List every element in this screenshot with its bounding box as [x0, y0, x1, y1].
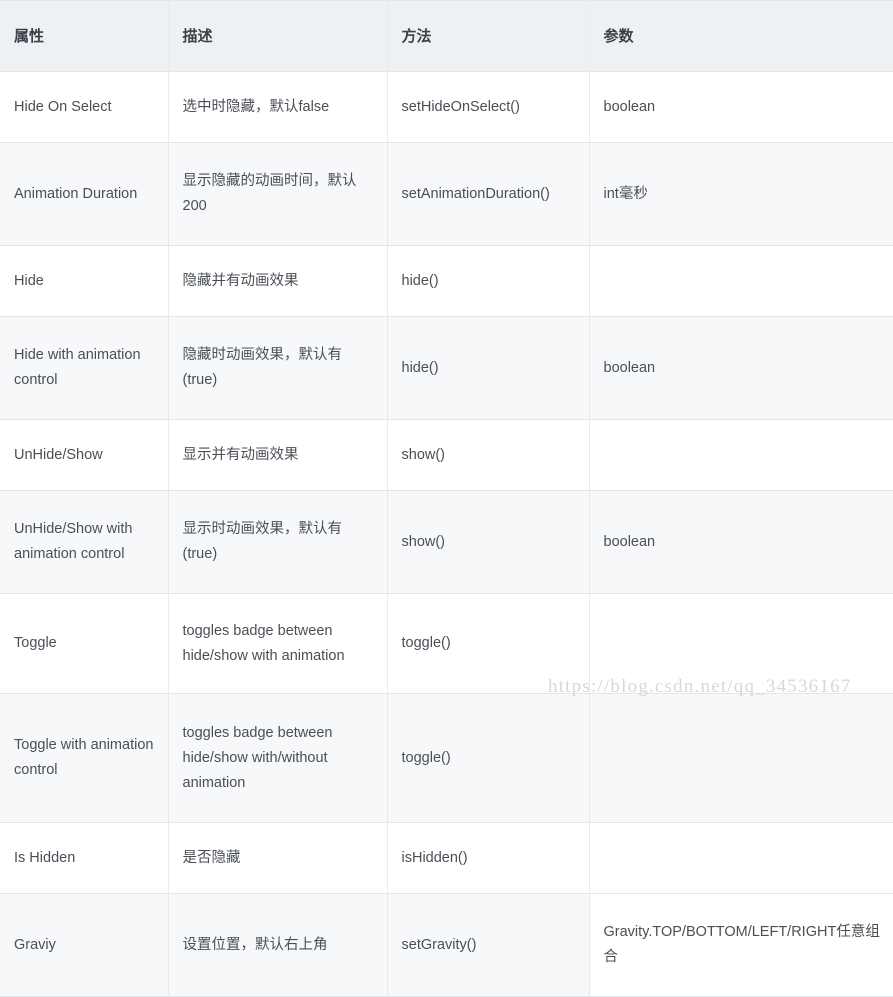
cell-method: toggle() [387, 593, 590, 694]
table-row: Toggle with animation control toggles ba… [0, 693, 893, 823]
cell-text-parameter: boolean [603, 533, 656, 550]
cell-method: setHideOnSelect() [387, 71, 590, 143]
cell-parameter: int毫秒 [589, 142, 893, 246]
cell-text-description: 是否隐藏 [182, 849, 241, 866]
column-header-method: 方法 [387, 0, 590, 72]
table-row: Animation Duration 显示隐藏的动画时间，默认200 setAn… [0, 142, 893, 246]
api-reference-table: 属性 描述 方法 参数 Hide On Select 选中时隐藏，默认false… [0, 0, 893, 997]
cell-parameter [589, 245, 893, 317]
cell-text-description: toggles badge between hide/show with/wit… [182, 724, 333, 791]
cell-text-attribute: UnHide/Show [14, 446, 103, 463]
cell-parameter: Gravity.TOP/BOTTOM/LEFT/RIGHT任意组合 [589, 893, 893, 997]
cell-description: 选中时隐藏，默认false [168, 71, 388, 143]
cell-text-parameter: Gravity.TOP/BOTTOM/LEFT/RIGHT任意组合 [603, 924, 880, 965]
cell-text-method: show() [401, 533, 446, 550]
cell-attribute: Hide On Select [0, 71, 169, 143]
cell-text-description: 隐藏并有动画效果 [182, 272, 299, 289]
cell-method: show() [387, 490, 590, 594]
table-row: Hide On Select 选中时隐藏，默认false setHideOnSe… [0, 71, 893, 143]
cell-text-attribute: Is Hidden [14, 849, 76, 866]
cell-text-parameter: boolean [603, 98, 656, 115]
cell-parameter [589, 593, 893, 694]
cell-method: toggle() [387, 693, 590, 823]
cell-text-description: 设置位置，默认右上角 [182, 936, 328, 953]
column-header-description: 描述 [168, 0, 388, 72]
cell-description: 隐藏并有动画效果 [168, 245, 388, 317]
cell-parameter: boolean [589, 490, 893, 594]
cell-parameter: boolean [589, 71, 893, 143]
table-header: 属性 描述 方法 参数 [0, 0, 893, 72]
cell-text-method: hide() [401, 272, 439, 289]
cell-description: 显示隐藏的动画时间，默认200 [168, 142, 388, 246]
cell-text-description: 隐藏时动画效果，默认有(true) [182, 347, 343, 388]
api-table-container: https://blog.csdn.net/qq_34536167 属性 描述 … [0, 0, 893, 997]
column-header-parameter: 参数 [589, 0, 893, 72]
cell-description: 显示时动画效果，默认有(true) [168, 490, 388, 594]
cell-text-method: setGravity() [401, 936, 477, 953]
cell-attribute: Graviy [0, 893, 169, 997]
cell-method: setAnimationDuration() [387, 142, 590, 246]
table-row: UnHide/Show with animation control 显示时动画… [0, 490, 893, 594]
cell-text-description: 显示时动画效果，默认有(true) [182, 521, 343, 562]
cell-attribute: UnHide/Show [0, 419, 169, 491]
cell-text-attribute: Animation Duration [14, 185, 138, 202]
cell-text-description: 显示并有动画效果 [182, 446, 299, 463]
cell-parameter [589, 693, 893, 823]
cell-attribute: Animation Duration [0, 142, 169, 246]
table-row: Is Hidden 是否隐藏 isHidden() [0, 822, 893, 894]
cell-description: toggles badge between hide/show with/wit… [168, 693, 388, 823]
cell-text-attribute: Graviy [14, 936, 56, 953]
cell-text-attribute: Hide On Select [14, 98, 112, 115]
cell-attribute: Hide with animation control [0, 316, 169, 420]
cell-description: 显示并有动画效果 [168, 419, 388, 491]
cell-attribute: Toggle [0, 593, 169, 694]
cell-text-method: setHideOnSelect() [401, 98, 520, 115]
cell-attribute: Hide [0, 245, 169, 317]
cell-text-parameter: int毫秒 [603, 185, 648, 202]
cell-text-method: toggle() [401, 749, 451, 766]
table-body: Hide On Select 选中时隐藏，默认false setHideOnSe… [0, 71, 893, 997]
cell-method: setGravity() [387, 893, 590, 997]
cell-text-description: 选中时隐藏，默认false [182, 98, 330, 115]
cell-description: 是否隐藏 [168, 822, 388, 894]
column-header-attribute: 属性 [0, 0, 169, 72]
cell-text-attribute: Hide [14, 272, 44, 289]
table-row: Toggle toggles badge between hide/show w… [0, 593, 893, 694]
cell-text-method: show() [401, 446, 446, 463]
table-header-row: 属性 描述 方法 参数 [0, 0, 893, 72]
cell-attribute: Is Hidden [0, 822, 169, 894]
cell-method: hide() [387, 245, 590, 317]
cell-text-attribute: Toggle [14, 635, 57, 651]
cell-text-method: isHidden() [401, 849, 468, 866]
cell-method: show() [387, 419, 590, 491]
cell-description: 隐藏时动画效果，默认有(true) [168, 316, 388, 420]
table-row: Graviy 设置位置，默认右上角 setGravity() Gravity.T… [0, 893, 893, 997]
cell-parameter [589, 419, 893, 491]
cell-method: hide() [387, 316, 590, 420]
cell-text-method: setAnimationDuration() [401, 185, 550, 202]
cell-text-attribute: Hide with animation control [14, 347, 141, 388]
cell-text-attribute: Toggle with animation control [14, 737, 154, 778]
cell-description: 设置位置，默认右上角 [168, 893, 388, 997]
cell-text-method: hide() [401, 359, 439, 376]
cell-text-method: toggle() [401, 635, 451, 651]
cell-method: isHidden() [387, 822, 590, 894]
cell-text-description: toggles badge between hide/show with ani… [182, 622, 345, 664]
cell-attribute: Toggle with animation control [0, 693, 169, 823]
cell-text-attribute: UnHide/Show with animation control [14, 521, 133, 562]
table-row: Hide with animation control 隐藏时动画效果，默认有(… [0, 316, 893, 420]
cell-text-description: 显示隐藏的动画时间，默认200 [182, 173, 357, 214]
cell-attribute: UnHide/Show with animation control [0, 490, 169, 594]
cell-text-parameter: boolean [603, 359, 656, 376]
table-row: UnHide/Show 显示并有动画效果 show() [0, 419, 893, 491]
cell-parameter [589, 822, 893, 894]
table-row: Hide 隐藏并有动画效果 hide() [0, 245, 893, 317]
cell-description: toggles badge between hide/show with ani… [168, 593, 388, 694]
cell-parameter: boolean [589, 316, 893, 420]
